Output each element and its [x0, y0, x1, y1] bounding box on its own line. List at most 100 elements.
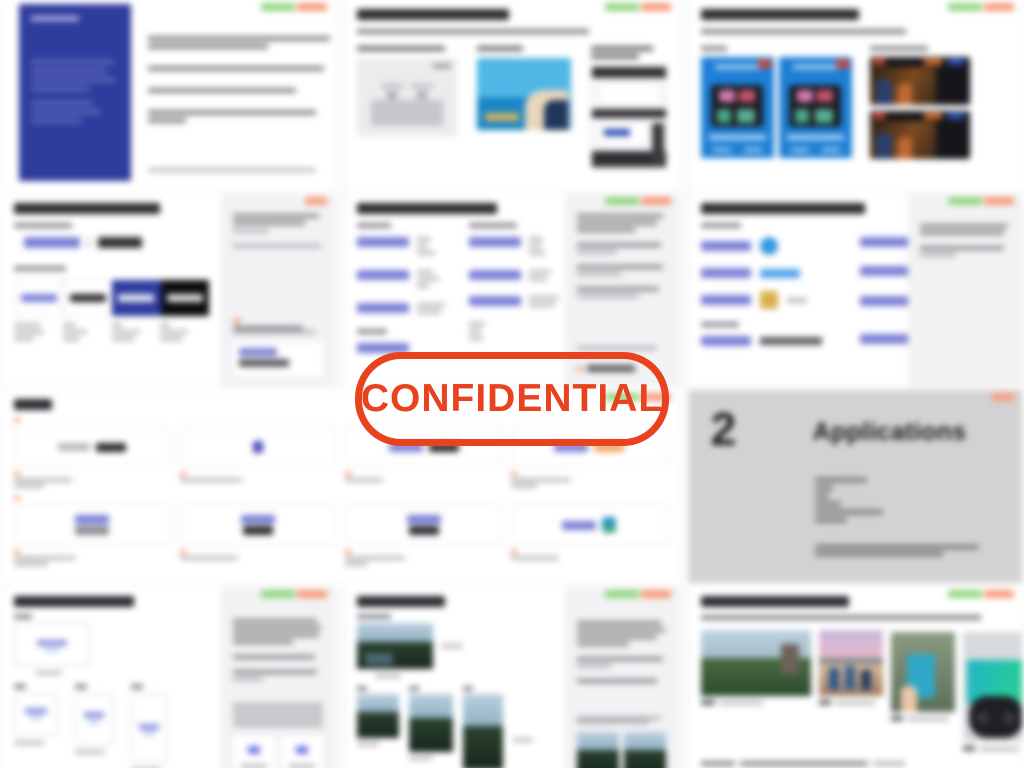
slide-title [700, 596, 849, 607]
bullet-list [148, 36, 330, 140]
do-group [700, 46, 852, 159]
dont-cell [510, 505, 668, 568]
slide-thumbnail-composite-color[interactable] [1, 194, 337, 386]
dont-marker-icon [14, 418, 20, 422]
badge-pending-icon [984, 197, 1014, 205]
badge-approved-icon [261, 590, 296, 598]
slide-thumbnail-composite-examples[interactable] [687, 194, 1023, 386]
dont-cell [14, 427, 171, 490]
badge-pending-icon [640, 197, 671, 205]
example-photo [623, 732, 666, 768]
badge-approved-icon [948, 197, 982, 205]
gallery-photo-handheld [890, 632, 955, 712]
confidential-stamp-label: CONFIDENTIAL [360, 377, 664, 420]
review-badges [305, 197, 328, 205]
slide-title [700, 9, 859, 20]
dont-cell [179, 505, 337, 568]
review-badges [261, 590, 328, 598]
slide-thumbnail-section-divider[interactable]: 2 Applications [687, 390, 1023, 583]
dont-grid-row-2 [14, 505, 668, 568]
dont-group [869, 46, 970, 159]
slide-footnote [700, 761, 905, 766]
device-mock-desktop [14, 623, 90, 666]
poster-thumb [700, 57, 774, 158]
banner-thumb [869, 57, 970, 105]
badge-approved-icon [604, 3, 639, 11]
section-label [700, 223, 741, 228]
poster-thumb [778, 57, 852, 158]
badge-pending-icon [297, 590, 328, 598]
mock-site-placement [591, 66, 668, 170]
notes-panel [221, 194, 336, 386]
swatch-black [160, 280, 210, 316]
slide-thumbnail-social-posting[interactable] [687, 587, 1023, 768]
badge-approved-icon [604, 197, 639, 205]
slide-title [700, 203, 865, 214]
badge-approved-icon [948, 590, 982, 598]
device-mock-tablet [14, 693, 57, 736]
slide-subtitle [700, 29, 906, 34]
slide-title [357, 203, 498, 214]
partner-logo-icon [759, 237, 778, 255]
dont-cell [179, 427, 337, 490]
review-badges [948, 197, 1014, 205]
review-badges [604, 197, 671, 205]
review-badges [992, 393, 1014, 401]
review-badges [604, 3, 671, 11]
swatch-brand-blue [112, 280, 161, 316]
swatch-captions [14, 323, 209, 344]
slide-title [14, 399, 52, 410]
device-label [14, 614, 32, 619]
section-title: Applications [812, 418, 967, 446]
slide-thumbnail-partnership-overview[interactable] [344, 0, 680, 190]
gallery-photo-landscape [700, 630, 811, 696]
slide-thumbnail-mobile-sizing[interactable] [1, 587, 337, 768]
review-badges [948, 3, 1014, 11]
review-badges [948, 590, 1014, 598]
badge-pending-icon [640, 3, 671, 11]
slide-thumbnail-video-framing[interactable] [344, 587, 680, 768]
review-badges [604, 590, 671, 598]
mock-web-identity [357, 58, 458, 136]
confidential-stamp: CONFIDENTIAL [355, 352, 669, 446]
slide-title [357, 596, 446, 607]
notes-panel [564, 587, 679, 768]
device-mock-mobile [75, 693, 113, 745]
slide-thumbnail-composite-logos[interactable] [687, 0, 1023, 190]
video-frame-9x16 [463, 694, 504, 768]
partner-logo-icon [759, 291, 778, 309]
badge-pending-icon [305, 197, 328, 205]
section-footnote [814, 545, 983, 559]
dont-marker-icon [14, 496, 20, 500]
banner-thumb [869, 111, 970, 159]
device-mock-story [131, 693, 167, 763]
gallery-photo-group [818, 630, 883, 696]
video-frame-4x5 [357, 694, 400, 738]
slide-subtitle [700, 615, 981, 620]
review-badges [261, 3, 328, 11]
slide-thumbnail-principles[interactable] [1, 0, 337, 190]
video-frame-16x9 [357, 623, 434, 669]
dont-cell [345, 505, 502, 568]
composite-lockup [24, 237, 209, 248]
slide-footnote [148, 168, 328, 172]
badge-approved-icon [948, 3, 982, 11]
slide-title [357, 9, 510, 20]
notes-panel [221, 587, 336, 768]
dont-cell [14, 505, 171, 568]
background-swatches [14, 280, 210, 316]
badge-pending-icon [297, 3, 328, 11]
thumbnail-row [357, 46, 668, 170]
slide-title [14, 596, 134, 607]
rules-columns [357, 223, 559, 365]
frame-label [357, 614, 392, 619]
slide-subtitle [357, 29, 590, 34]
example-photo [576, 732, 619, 768]
section-label [700, 322, 739, 327]
badge-pending-icon [640, 590, 671, 598]
section-label [14, 266, 66, 271]
badge-approved-icon [261, 3, 296, 11]
photo-gallery [700, 630, 1022, 751]
examples-column-left [700, 237, 822, 363]
badge-pending-icon [992, 393, 1014, 401]
